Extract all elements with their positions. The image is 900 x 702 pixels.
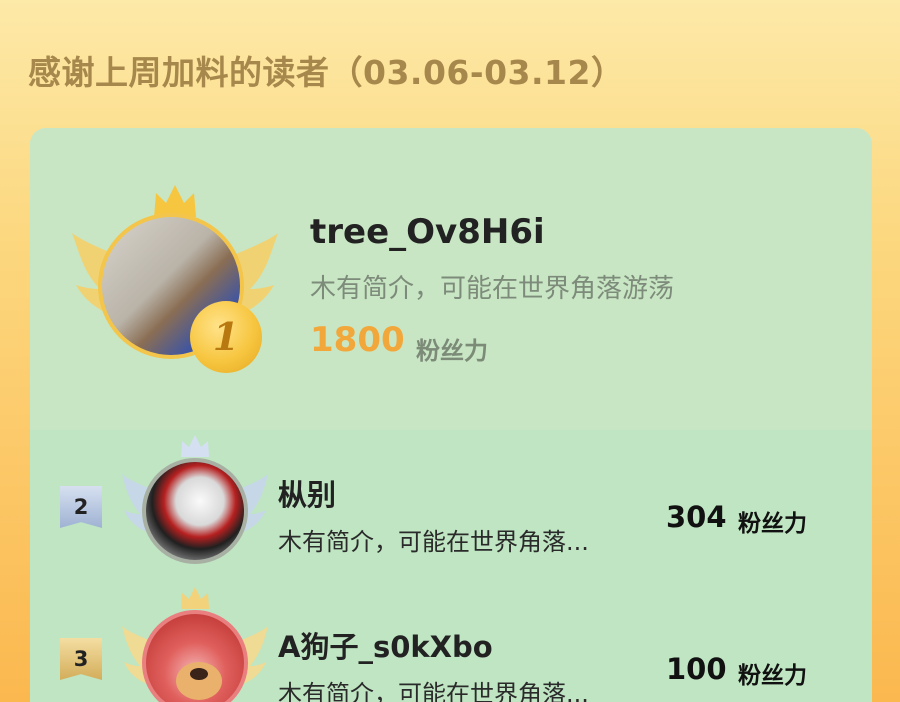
avatar-frame [120, 435, 270, 568]
first-place-section: 1 tree_Ov8H6i 木有简介，可能在世界角落游荡 1800 粉丝力 [30, 128, 872, 430]
score-unit: 粉丝力 [738, 511, 807, 537]
page-title: 感谢上周加料的读者（03.06-03.12） [28, 53, 625, 92]
avatar[interactable] [142, 610, 248, 702]
avatar-frame [120, 587, 270, 702]
user-name[interactable]: A狗子_s0kXbo [278, 624, 493, 666]
avatar[interactable] [142, 458, 248, 564]
first-place-name[interactable]: tree_Ov8H6i [310, 212, 545, 252]
user-name[interactable]: 枞别 [278, 472, 336, 514]
first-place-score: 1800 [310, 320, 405, 360]
user-score: 100 [666, 652, 727, 686]
list-item[interactable]: 3 A狗子_s0kXbo 木有简介，可能在世界角落... 100 粉丝力 [30, 587, 872, 702]
score-unit: 粉丝力 [738, 663, 807, 689]
rank-badge: 2 [60, 486, 102, 528]
first-place-score-unit: 粉丝力 [416, 337, 488, 365]
crown-icon [181, 587, 209, 609]
rank-badge: 3 [60, 638, 102, 680]
list-item[interactable]: 2 枞别 木有简介，可能在世界角落... 304 粉丝力 [30, 435, 872, 568]
user-bio: 木有简介，可能在世界角落... [278, 680, 589, 702]
first-place-bio: 木有简介，可能在世界角落游荡 [310, 274, 675, 304]
bear-nose [190, 668, 208, 680]
medal-icon: 1 [190, 301, 262, 373]
first-place-avatar-frame: 1 [70, 183, 280, 383]
user-score: 304 [666, 500, 727, 534]
crown-icon [181, 435, 209, 457]
user-bio: 木有简介，可能在世界角落... [278, 528, 589, 556]
leaderboard-card: 1 tree_Ov8H6i 木有简介，可能在世界角落游荡 1800 粉丝力 2 … [30, 128, 872, 702]
